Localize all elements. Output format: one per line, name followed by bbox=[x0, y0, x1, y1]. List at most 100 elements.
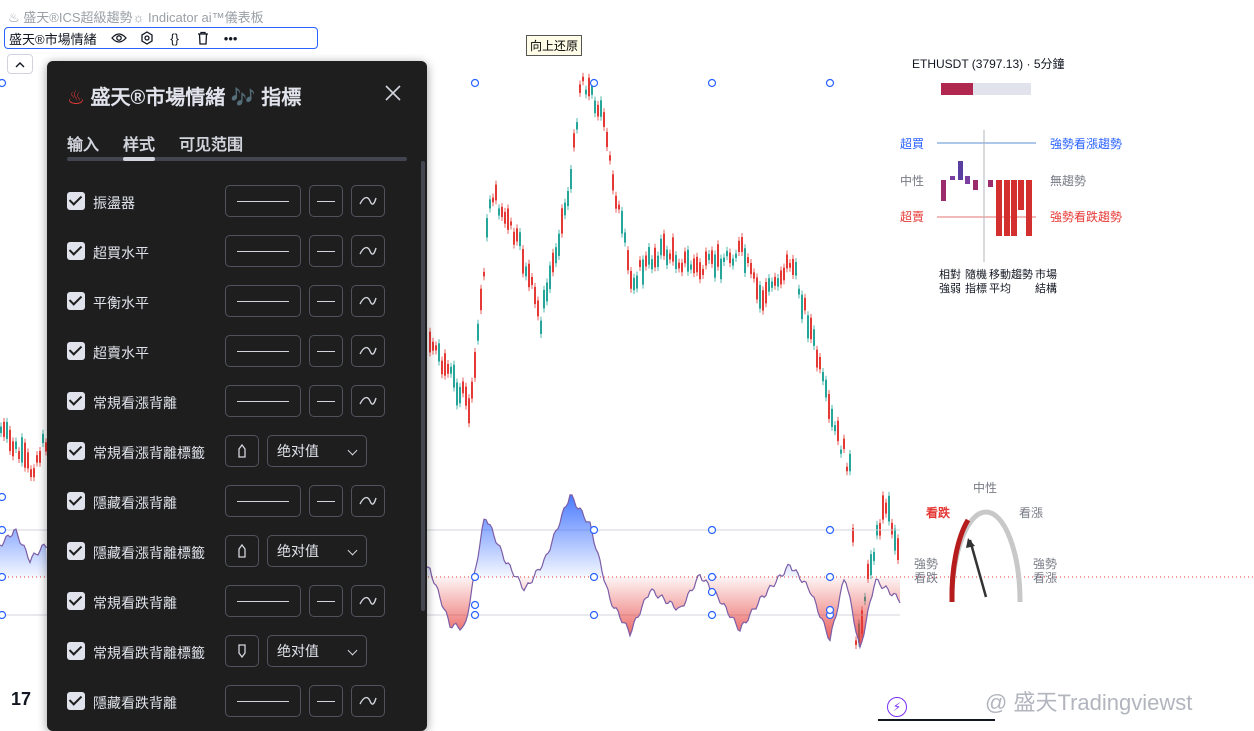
selection-handle[interactable] bbox=[470, 78, 480, 88]
collapse-chevron-up-icon[interactable] bbox=[7, 54, 33, 74]
candle-body bbox=[468, 398, 470, 424]
line-width-button[interactable] bbox=[309, 585, 343, 617]
row-checkbox[interactable] bbox=[67, 192, 85, 210]
row-checkbox[interactable] bbox=[67, 492, 85, 510]
selection-handle[interactable] bbox=[589, 610, 599, 620]
dialog-scrollbar[interactable] bbox=[421, 161, 425, 611]
chevron-down-icon bbox=[347, 545, 358, 556]
selection-handle[interactable] bbox=[0, 78, 7, 88]
plot-type-icon[interactable] bbox=[351, 685, 385, 717]
line-width-button[interactable] bbox=[309, 385, 343, 417]
settings-dialog[interactable]: ♨ 盛天®市場情緒 🎶 指標 输入 样式 可见范围 振盪器 超買水平 平衡水平 超賣水… bbox=[47, 61, 427, 731]
selection-handle[interactable] bbox=[589, 572, 599, 582]
tab-style[interactable]: 样式 bbox=[123, 131, 155, 155]
candle-body bbox=[615, 195, 617, 209]
selection-handle[interactable] bbox=[825, 572, 835, 582]
label-shape-icon[interactable] bbox=[225, 535, 259, 567]
selection-handle[interactable] bbox=[0, 572, 7, 582]
label-shape-icon[interactable] bbox=[225, 435, 259, 467]
selection-handle[interactable] bbox=[825, 605, 835, 615]
line-width-button[interactable] bbox=[309, 185, 343, 217]
indicator-name[interactable]: 盛天®市場情緒 bbox=[9, 29, 97, 48]
label-shape-icon[interactable] bbox=[225, 635, 259, 667]
plot-type-icon[interactable] bbox=[351, 185, 385, 217]
location-select[interactable]: 绝对值 bbox=[267, 435, 367, 467]
plot-type-icon[interactable] bbox=[351, 235, 385, 267]
candle-body bbox=[828, 394, 830, 419]
row-checkbox[interactable] bbox=[67, 342, 85, 360]
selection-handle[interactable] bbox=[589, 78, 599, 88]
candle-body bbox=[513, 231, 515, 245]
row-checkbox[interactable] bbox=[67, 642, 85, 660]
row-checkbox[interactable] bbox=[67, 592, 85, 610]
tab-visibility[interactable]: 可见范围 bbox=[179, 131, 243, 155]
selection-handle[interactable] bbox=[707, 610, 717, 620]
plot-type-icon[interactable] bbox=[351, 485, 385, 517]
line-style-button[interactable] bbox=[225, 235, 301, 267]
line-style-button[interactable] bbox=[225, 685, 301, 717]
line-style-button[interactable] bbox=[225, 385, 301, 417]
selection-handle[interactable] bbox=[470, 572, 480, 582]
candle-body bbox=[768, 278, 770, 292]
panel-column-labels: 相對強弱隨機指標移動平均趨勢 市場結構 bbox=[939, 267, 1057, 295]
line-style-button[interactable] bbox=[225, 585, 301, 617]
gauge-arc bbox=[949, 509, 1023, 603]
selection-handle[interactable] bbox=[0, 610, 7, 620]
candle-body bbox=[447, 363, 449, 374]
top-indicator-label[interactable]: ♨ 盛天®ICS超級趨勢☼ Indicator ai™儀表板 bbox=[8, 7, 264, 26]
selection-handle[interactable] bbox=[825, 78, 835, 88]
candle-body bbox=[714, 254, 716, 278]
candle-body bbox=[654, 247, 656, 268]
selection-handle[interactable] bbox=[0, 492, 7, 502]
indicator-bar[interactable]: 盛天®市場情緒 {} ••• bbox=[4, 27, 318, 49]
line-style-button[interactable] bbox=[225, 285, 301, 317]
row-checkbox[interactable] bbox=[67, 442, 85, 460]
line-style-button[interactable] bbox=[225, 185, 301, 217]
row-checkbox[interactable] bbox=[67, 242, 85, 260]
bolt-icon[interactable]: ⚡ bbox=[887, 697, 907, 717]
gear-icon[interactable] bbox=[135, 28, 159, 48]
line-style-button[interactable] bbox=[225, 335, 301, 367]
plot-type-icon[interactable] bbox=[351, 585, 385, 617]
candle-body bbox=[582, 76, 584, 82]
plot-type-icon[interactable] bbox=[351, 285, 385, 317]
line-width-button[interactable] bbox=[309, 485, 343, 517]
selection-handle[interactable] bbox=[470, 610, 480, 620]
line-width-button[interactable] bbox=[309, 235, 343, 267]
source-code-icon[interactable]: {} bbox=[163, 28, 187, 48]
selection-handle[interactable] bbox=[589, 525, 599, 535]
chevron-down-icon bbox=[347, 445, 358, 456]
plot-type-icon[interactable] bbox=[351, 385, 385, 417]
selection-handle[interactable] bbox=[825, 525, 835, 535]
candle-body bbox=[549, 265, 551, 289]
candle-body bbox=[39, 451, 41, 463]
selection-handle[interactable] bbox=[470, 600, 480, 610]
line-style-button[interactable] bbox=[225, 485, 301, 517]
style-row: 隱藏看漲背離 bbox=[67, 485, 407, 519]
row-checkbox[interactable] bbox=[67, 292, 85, 310]
line-width-button[interactable] bbox=[309, 685, 343, 717]
selection-handle[interactable] bbox=[707, 525, 717, 535]
location-select[interactable]: 绝对值 bbox=[267, 635, 367, 667]
more-icon[interactable]: ••• bbox=[219, 28, 243, 48]
row-checkbox[interactable] bbox=[67, 392, 85, 410]
selection-handle[interactable] bbox=[707, 572, 717, 582]
row-checkbox[interactable] bbox=[67, 692, 85, 710]
row-label: 超買水平 bbox=[93, 245, 149, 261]
close-icon[interactable] bbox=[381, 81, 405, 105]
chevron-down-icon bbox=[347, 645, 358, 656]
candle-body bbox=[510, 221, 512, 226]
selection-handle[interactable] bbox=[707, 587, 717, 597]
selection-handle[interactable] bbox=[0, 525, 7, 535]
style-row: 平衡水平 bbox=[67, 285, 407, 319]
panel-column-label: 市場結構 bbox=[1035, 267, 1057, 295]
tab-inputs[interactable]: 输入 bbox=[67, 131, 99, 155]
trash-icon[interactable] bbox=[191, 28, 215, 48]
row-checkbox[interactable] bbox=[67, 542, 85, 560]
selection-handle[interactable] bbox=[707, 78, 717, 88]
line-width-button[interactable] bbox=[309, 335, 343, 367]
plot-type-icon[interactable] bbox=[351, 335, 385, 367]
eye-icon[interactable] bbox=[107, 28, 131, 48]
location-select[interactable]: 绝对值 bbox=[267, 535, 367, 567]
line-width-button[interactable] bbox=[309, 285, 343, 317]
